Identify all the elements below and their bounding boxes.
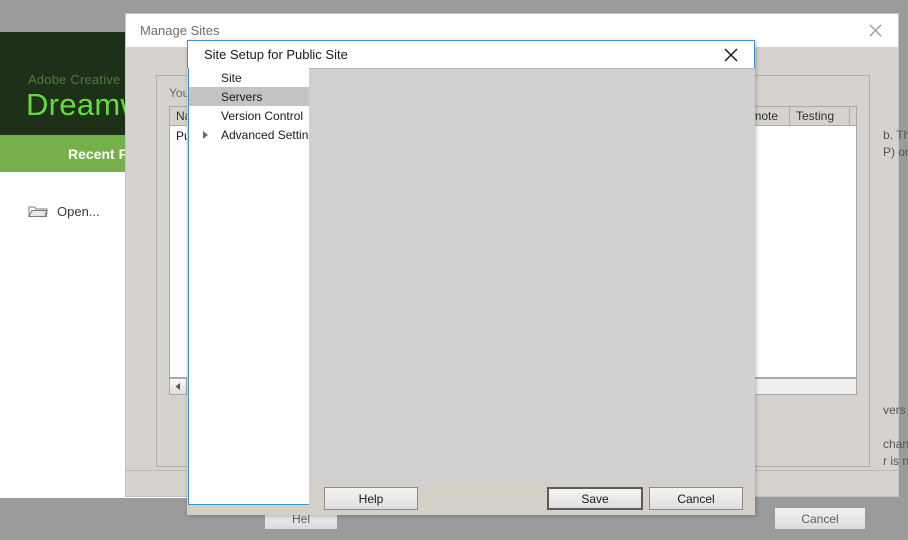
help-button[interactable]: Help <box>324 487 418 510</box>
manage-sites-note-bottom-2: changes to the <box>883 437 908 451</box>
site-setup-titlebar: Site Setup for Public Site <box>187 40 755 68</box>
folder-icon <box>28 204 48 218</box>
site-setup-dialog: Site Setup for Public Site Site Servers … <box>187 40 755 515</box>
save-button[interactable]: Save <box>547 487 643 510</box>
site-setup-footer: Help Save Cancel <box>309 483 755 515</box>
column-header-testing: Testing <box>790 107 850 125</box>
open-file-label: Open... <box>57 203 100 219</box>
manage-sites-note-top-2: P) or your web <box>883 145 908 159</box>
nav-item-version-control[interactable]: Version Control <box>189 106 309 125</box>
chevron-left-icon[interactable] <box>170 379 187 394</box>
site-setup-title: Site Setup for Public Site <box>204 47 348 62</box>
nav-item-servers[interactable]: Servers <box>189 87 309 106</box>
chevron-right-icon[interactable] <box>203 131 208 139</box>
nav-item-label: Advanced Settings <box>221 127 322 142</box>
site-setup-nav: Site Servers Version Control Advanced Se… <box>188 68 321 505</box>
nav-item-advanced-settings[interactable]: Advanced Settings <box>189 125 321 144</box>
nav-item-label: Site <box>221 70 242 85</box>
close-icon[interactable] <box>853 14 898 47</box>
nav-item-label: Servers <box>221 89 263 104</box>
nav-item-label: Version Control <box>221 108 304 123</box>
manage-sites-title: Manage Sites <box>140 23 220 38</box>
close-icon[interactable] <box>710 41 752 68</box>
screen: Adobe Creative Cloud Dreamweaver Recent … <box>0 0 908 540</box>
site-setup-content-pane <box>309 68 755 505</box>
manage-sites-note-top: b. The settings <box>883 128 908 142</box>
manage-sites-cancel-button[interactable]: Cancel <box>774 507 866 530</box>
nav-item-site[interactable]: Site <box>189 68 309 87</box>
manage-sites-note-bottom-1: vers listed above. <box>883 403 906 417</box>
cancel-button[interactable]: Cancel <box>649 487 743 510</box>
manage-sites-note-bottom-3: r is not a local web <box>883 454 908 468</box>
